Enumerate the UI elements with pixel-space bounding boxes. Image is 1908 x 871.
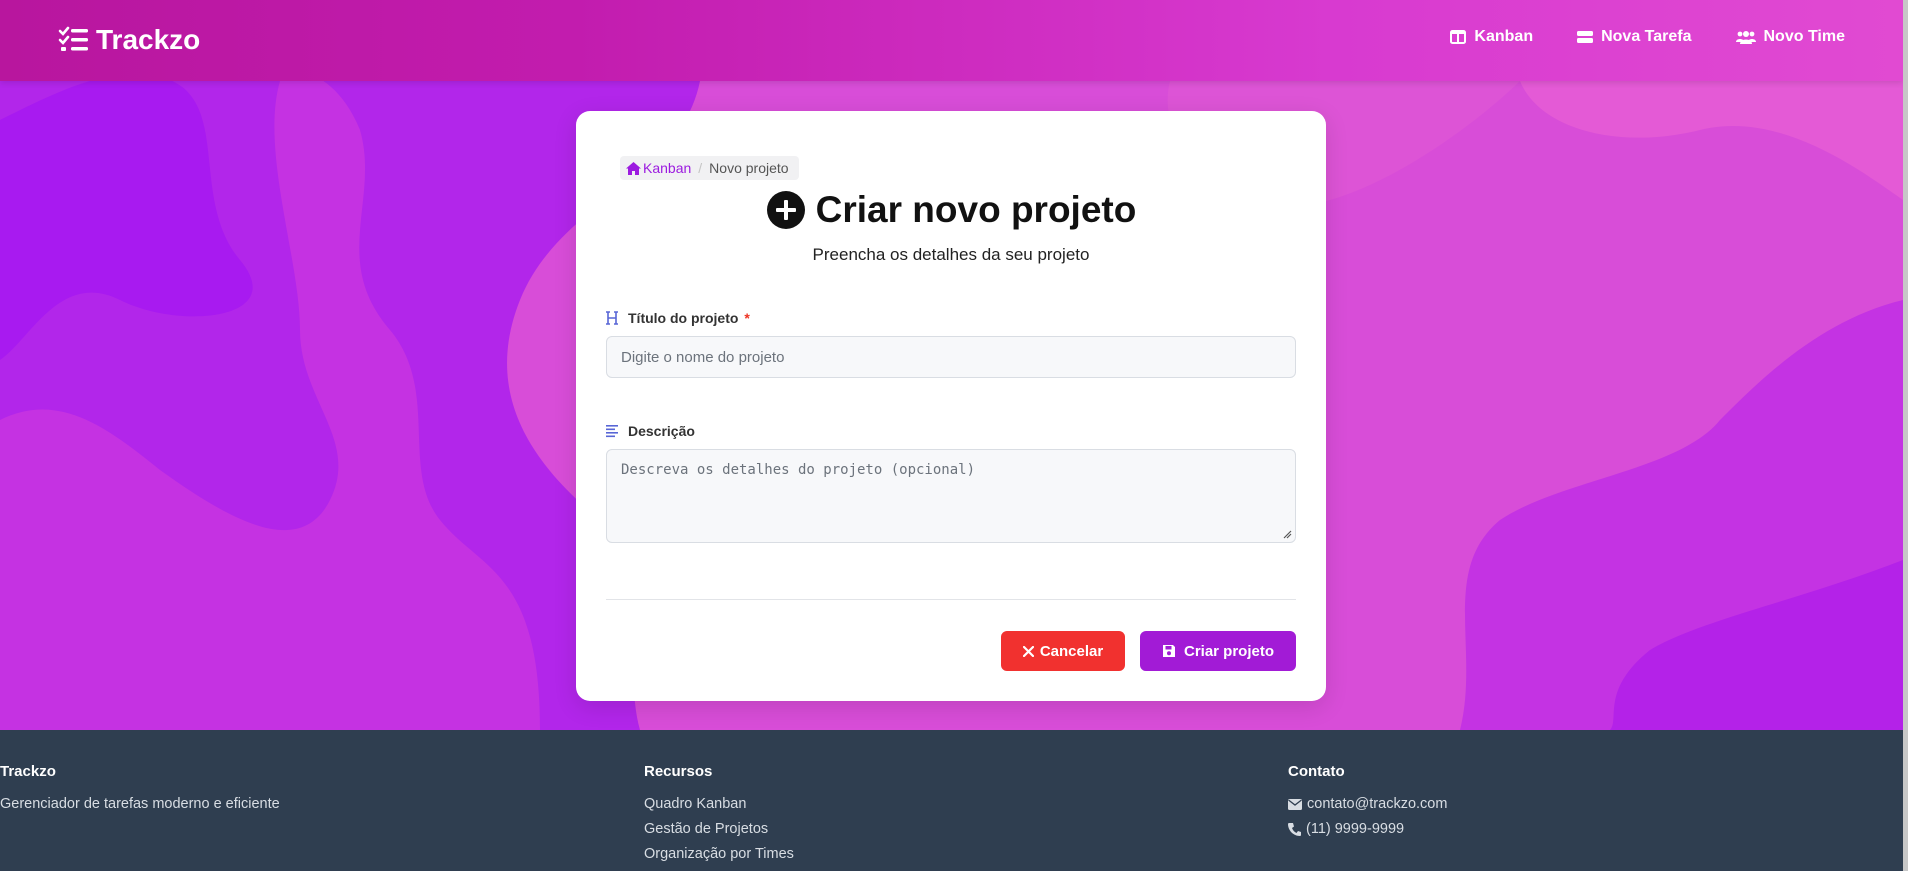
phone-icon xyxy=(1288,822,1301,836)
cancel-button-label: Cancelar xyxy=(1039,642,1104,660)
checklist-icon xyxy=(58,26,88,51)
breadcrumb-separator: / xyxy=(698,160,703,176)
title-field-label: Título do projeto * xyxy=(606,310,750,326)
footer-email[interactable]: contato@trackzo.com xyxy=(1288,796,1447,812)
columns-icon xyxy=(1450,30,1467,44)
required-mark: * xyxy=(744,310,750,326)
plus-circle-icon xyxy=(766,191,805,229)
home-icon xyxy=(626,161,641,175)
align-left-icon xyxy=(606,425,618,438)
footer-link-kanban[interactable]: Quadro Kanban xyxy=(644,796,794,812)
footer-about: Trackzo Gerenciador de tarefas moderno e… xyxy=(0,763,280,821)
form-divider xyxy=(606,599,1296,600)
footer-contact: Contato contato@trackzo.com (11) 9999-99… xyxy=(1288,763,1447,846)
envelope-icon xyxy=(1288,798,1302,810)
save-icon xyxy=(1162,645,1175,657)
footer-about-text: Gerenciador de tarefas moderno e eficien… xyxy=(0,796,280,812)
breadcrumb: Kanban / Novo projeto xyxy=(620,156,799,180)
footer-link-teams[interactable]: Organização por Times xyxy=(644,846,794,862)
nav-link-label: Kanban xyxy=(1474,28,1534,45)
top-navbar: Trackzo Kanban Nova Tarefa Novo Time xyxy=(0,0,1903,81)
create-project-card: Kanban / Novo projeto Criar novo projeto… xyxy=(576,111,1326,701)
close-icon xyxy=(1022,645,1034,657)
nav-links: Kanban Nova Tarefa Novo Time xyxy=(1450,28,1845,46)
description-field-label: Descrição xyxy=(606,423,695,439)
description-label-text: Descrição xyxy=(628,423,695,439)
page: Trackzo Kanban Nova Tarefa Novo Time Kan… xyxy=(0,0,1903,871)
nav-link-novo-time[interactable]: Novo Time xyxy=(1735,28,1846,46)
heading-icon xyxy=(606,311,618,325)
footer-phone-text: (11) 9999-9999 xyxy=(1306,821,1405,837)
brand-name: Trackzo xyxy=(96,24,201,55)
nav-link-label: Novo Time xyxy=(1763,28,1846,45)
nav-link-label: Nova Tarefa xyxy=(1601,28,1692,45)
page-scrollbar[interactable] xyxy=(1903,0,1908,871)
breadcrumb-current: Novo projeto xyxy=(709,160,789,176)
users-icon xyxy=(1735,31,1756,44)
footer-resources-heading: Recursos xyxy=(644,763,713,780)
footer-resources: Recursos Quadro Kanban Gestão de Projeto… xyxy=(644,763,794,871)
resize-handle-icon[interactable] xyxy=(1283,530,1292,539)
footer-email-text: contato@trackzo.com xyxy=(1307,796,1448,812)
title-placeholder: Digite o nome do projeto xyxy=(621,348,785,366)
footer-link-projects[interactable]: Gestão de Projetos xyxy=(644,821,794,837)
footer-phone[interactable]: (11) 9999-9999 xyxy=(1288,821,1447,837)
cancel-button[interactable]: Cancelar xyxy=(1001,631,1125,671)
footer-contact-heading: Contato xyxy=(1288,763,1345,780)
page-subtitle: Preencha os detalhes da seu projeto xyxy=(812,245,1090,264)
page-title-row: Criar novo projeto xyxy=(576,189,1326,231)
project-description-textarea[interactable]: Descreva os detalhes do projeto (opciona… xyxy=(606,449,1296,543)
footer-about-heading: Trackzo xyxy=(0,763,56,780)
create-project-button[interactable]: Criar projeto xyxy=(1140,631,1296,671)
tasks-icon xyxy=(1577,31,1594,43)
create-button-label: Criar projeto xyxy=(1183,642,1274,660)
footer: Trackzo Gerenciador de tarefas moderno e… xyxy=(0,730,1903,871)
project-title-input[interactable]: Digite o nome do projeto xyxy=(606,336,1296,378)
nav-link-kanban[interactable]: Kanban xyxy=(1450,28,1533,46)
nav-link-nova-tarefa[interactable]: Nova Tarefa xyxy=(1577,28,1692,46)
page-title: Criar novo projeto xyxy=(815,189,1137,230)
breadcrumb-home-label: Kanban xyxy=(643,160,692,176)
description-placeholder: Descreva os detalhes do projeto (opciona… xyxy=(621,462,976,478)
breadcrumb-home[interactable]: Kanban xyxy=(626,160,691,176)
title-label-text: Título do projeto xyxy=(628,310,739,326)
brand-logo[interactable]: Trackzo xyxy=(58,24,200,56)
